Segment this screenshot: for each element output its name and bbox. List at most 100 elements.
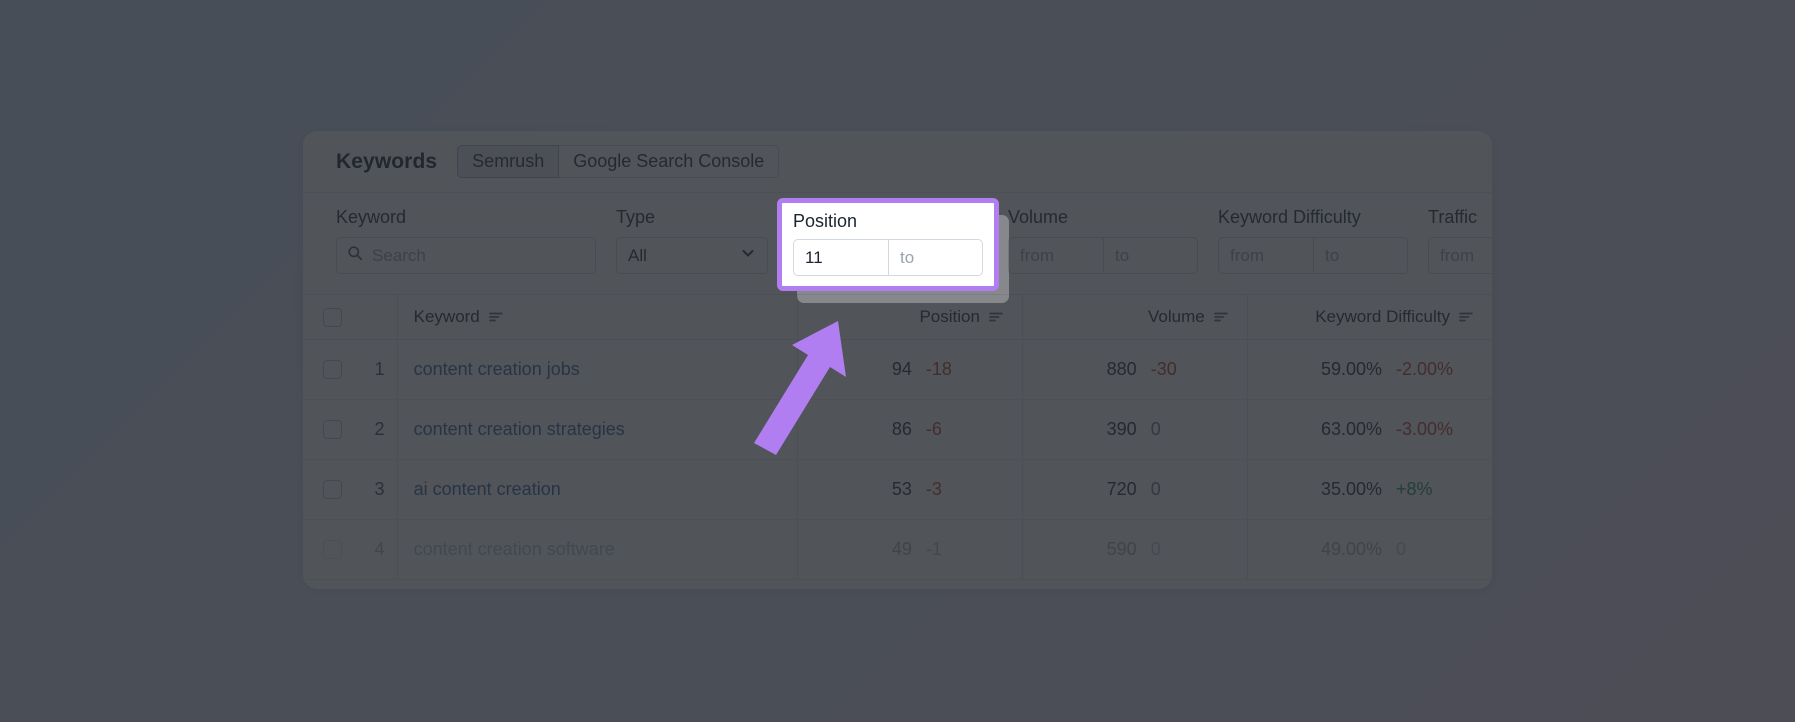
position-delta: -3	[925, 479, 942, 499]
position-column-header[interactable]: Position	[797, 295, 1023, 340]
traffic-from-placeholder: from	[1440, 245, 1474, 265]
row-checkbox[interactable]	[323, 480, 343, 499]
row-checkbox[interactable]	[323, 540, 343, 559]
keyword-difficulty-column-label: Keyword Difficulty	[1315, 307, 1450, 326]
table-header-row: Keyword Position Volume Keyword Difficul…	[303, 295, 1492, 340]
type-filter: Type All	[616, 207, 768, 274]
position-delta: -18	[925, 359, 952, 379]
row-keyword-cell: content creation strategies	[396, 399, 798, 460]
volume-to-input[interactable]: to	[1103, 238, 1197, 273]
row-keyword-cell: ai content creation	[396, 459, 798, 520]
volume-from-input[interactable]: from	[1009, 238, 1103, 273]
volume-to-placeholder: to	[1115, 245, 1130, 265]
position-delta: -1	[925, 539, 942, 559]
keyword-difficulty-value: 35.00%	[1320, 479, 1382, 499]
select-all-header	[303, 295, 363, 340]
sort-icon[interactable]	[989, 311, 1004, 323]
sort-icon[interactable]	[1213, 311, 1229, 323]
row-volume-cell: 720 0	[1021, 459, 1248, 520]
traffic-filter-label: Traffic	[1428, 207, 1478, 227]
panel-header: Keywords Semrush Google Search Console	[303, 131, 1492, 193]
table-row[interactable]: 4 content creation software 49 -1 590 0 49.00%…	[303, 519, 1492, 580]
keyword-link[interactable]: ai content creation	[414, 479, 561, 500]
row-index-cell: 3	[362, 459, 398, 520]
type-select[interactable]: All	[616, 237, 768, 274]
table-row[interactable]: 3 ai content creation 53 -3 720 0 35.00% +8%	[303, 459, 1492, 520]
row-position-cell: 86 -6	[797, 399, 1023, 460]
row-volume-cell: 590 0	[1021, 519, 1248, 580]
keyword-link[interactable]: content creation jobs	[414, 359, 580, 380]
row-select-cell	[303, 399, 363, 460]
position-column-label: Position	[919, 307, 980, 326]
row-checkbox[interactable]	[323, 420, 343, 439]
screenshot-stage: Keywords Semrush Google Search Console K…	[0, 0, 1795, 722]
table-row[interactable]: 2 content creation strategies 86 -6 390 0 63.0…	[303, 399, 1492, 460]
keyword-difficulty-column-header[interactable]: Keyword Difficulty	[1246, 295, 1492, 340]
row-index: 4	[374, 539, 385, 559]
tab-semrush[interactable]: Semrush	[457, 145, 560, 178]
volume-delta: 0	[1150, 539, 1161, 559]
keyword-difficulty-delta: +8%	[1396, 479, 1433, 499]
table-row[interactable]: 1 content creation jobs 94 -18 880 -30 59.00% -…	[303, 339, 1492, 400]
keyword-filter: Keyword Search	[336, 207, 596, 274]
keyword-difficulty-delta: -2.00%	[1396, 359, 1454, 379]
position-filter-label: Position	[793, 211, 858, 231]
volume-filter-label: Volume	[1008, 207, 1069, 227]
volume-value: 390	[1106, 419, 1137, 439]
sort-icon[interactable]	[488, 311, 504, 323]
row-keyword-cell: content creation software	[396, 519, 798, 580]
keywords-table-head: Keyword Position Volume Keyword Difficul…	[303, 295, 1492, 340]
keywords-table: Keyword Position Volume Keyword Difficul…	[303, 295, 1492, 580]
row-keyword-difficulty-cell: 63.00% -3.00%	[1246, 399, 1492, 460]
keyword-difficulty-to-input[interactable]: to	[1313, 238, 1407, 273]
keyword-filter-label: Keyword	[336, 207, 407, 227]
keyword-difficulty-from-input[interactable]: from	[1219, 238, 1313, 273]
row-keyword-difficulty-cell: 59.00% -2.00%	[1246, 339, 1492, 400]
volume-column-label: Volume	[1148, 307, 1205, 326]
position-value: 86	[891, 419, 912, 439]
volume-delta: 0	[1150, 419, 1161, 439]
volume-delta: 0	[1150, 479, 1161, 499]
row-volume-cell: 390 0	[1021, 399, 1248, 460]
row-position-cell: 53 -3	[797, 459, 1023, 520]
position-delta: -6	[925, 419, 942, 439]
row-index-cell: 1	[362, 339, 398, 400]
position-from-value: 11	[805, 247, 823, 267]
keyword-link[interactable]: content creation software	[414, 539, 615, 560]
row-position-cell: 94 -18	[797, 339, 1023, 400]
row-index-cell: 2	[362, 399, 398, 460]
sort-icon[interactable]	[1459, 311, 1474, 323]
keyword-difficulty-from-placeholder: from	[1230, 245, 1264, 265]
keywords-panel: Keywords Semrush Google Search Console K…	[303, 131, 1492, 589]
index-header	[362, 295, 398, 340]
position-value: 94	[891, 359, 912, 379]
page-title: Keywords	[336, 149, 438, 173]
row-checkbox[interactable]	[323, 360, 343, 379]
keyword-difficulty-value: 49.00%	[1320, 539, 1382, 559]
keyword-difficulty-value: 59.00%	[1320, 359, 1382, 379]
keyword-difficulty-delta: -3.00%	[1396, 419, 1454, 439]
tab-google-search-console[interactable]: Google Search Console	[559, 145, 780, 178]
keyword-column-label: Keyword	[413, 307, 480, 326]
row-index-cell: 4	[362, 519, 398, 580]
traffic-from-input[interactable]: from	[1429, 238, 1492, 273]
position-range-inputs: 11 to	[793, 239, 983, 276]
volume-delta: -30	[1150, 359, 1177, 379]
row-keyword-difficulty-cell: 49.00% 0	[1246, 519, 1492, 580]
keyword-link[interactable]: content creation strategies	[414, 419, 625, 440]
type-filter-label: Type	[616, 207, 656, 227]
type-select-value: All	[628, 245, 647, 265]
position-from-input[interactable]: 11	[794, 240, 888, 275]
search-input[interactable]: Search	[336, 237, 596, 274]
volume-value: 590	[1106, 539, 1137, 559]
keyword-column-header[interactable]: Keyword	[396, 295, 798, 340]
volume-range-inputs: from to	[1008, 237, 1198, 274]
select-all-checkbox[interactable]	[323, 307, 343, 327]
position-to-input[interactable]: to	[888, 240, 982, 275]
filters-bar: Keyword Search Type All Position 11 to V…	[303, 193, 1492, 295]
position-to-placeholder: to	[900, 247, 915, 267]
row-select-cell	[303, 339, 363, 400]
volume-from-placeholder: from	[1020, 245, 1054, 265]
position-value: 53	[891, 479, 912, 499]
volume-column-header[interactable]: Volume	[1021, 295, 1248, 340]
